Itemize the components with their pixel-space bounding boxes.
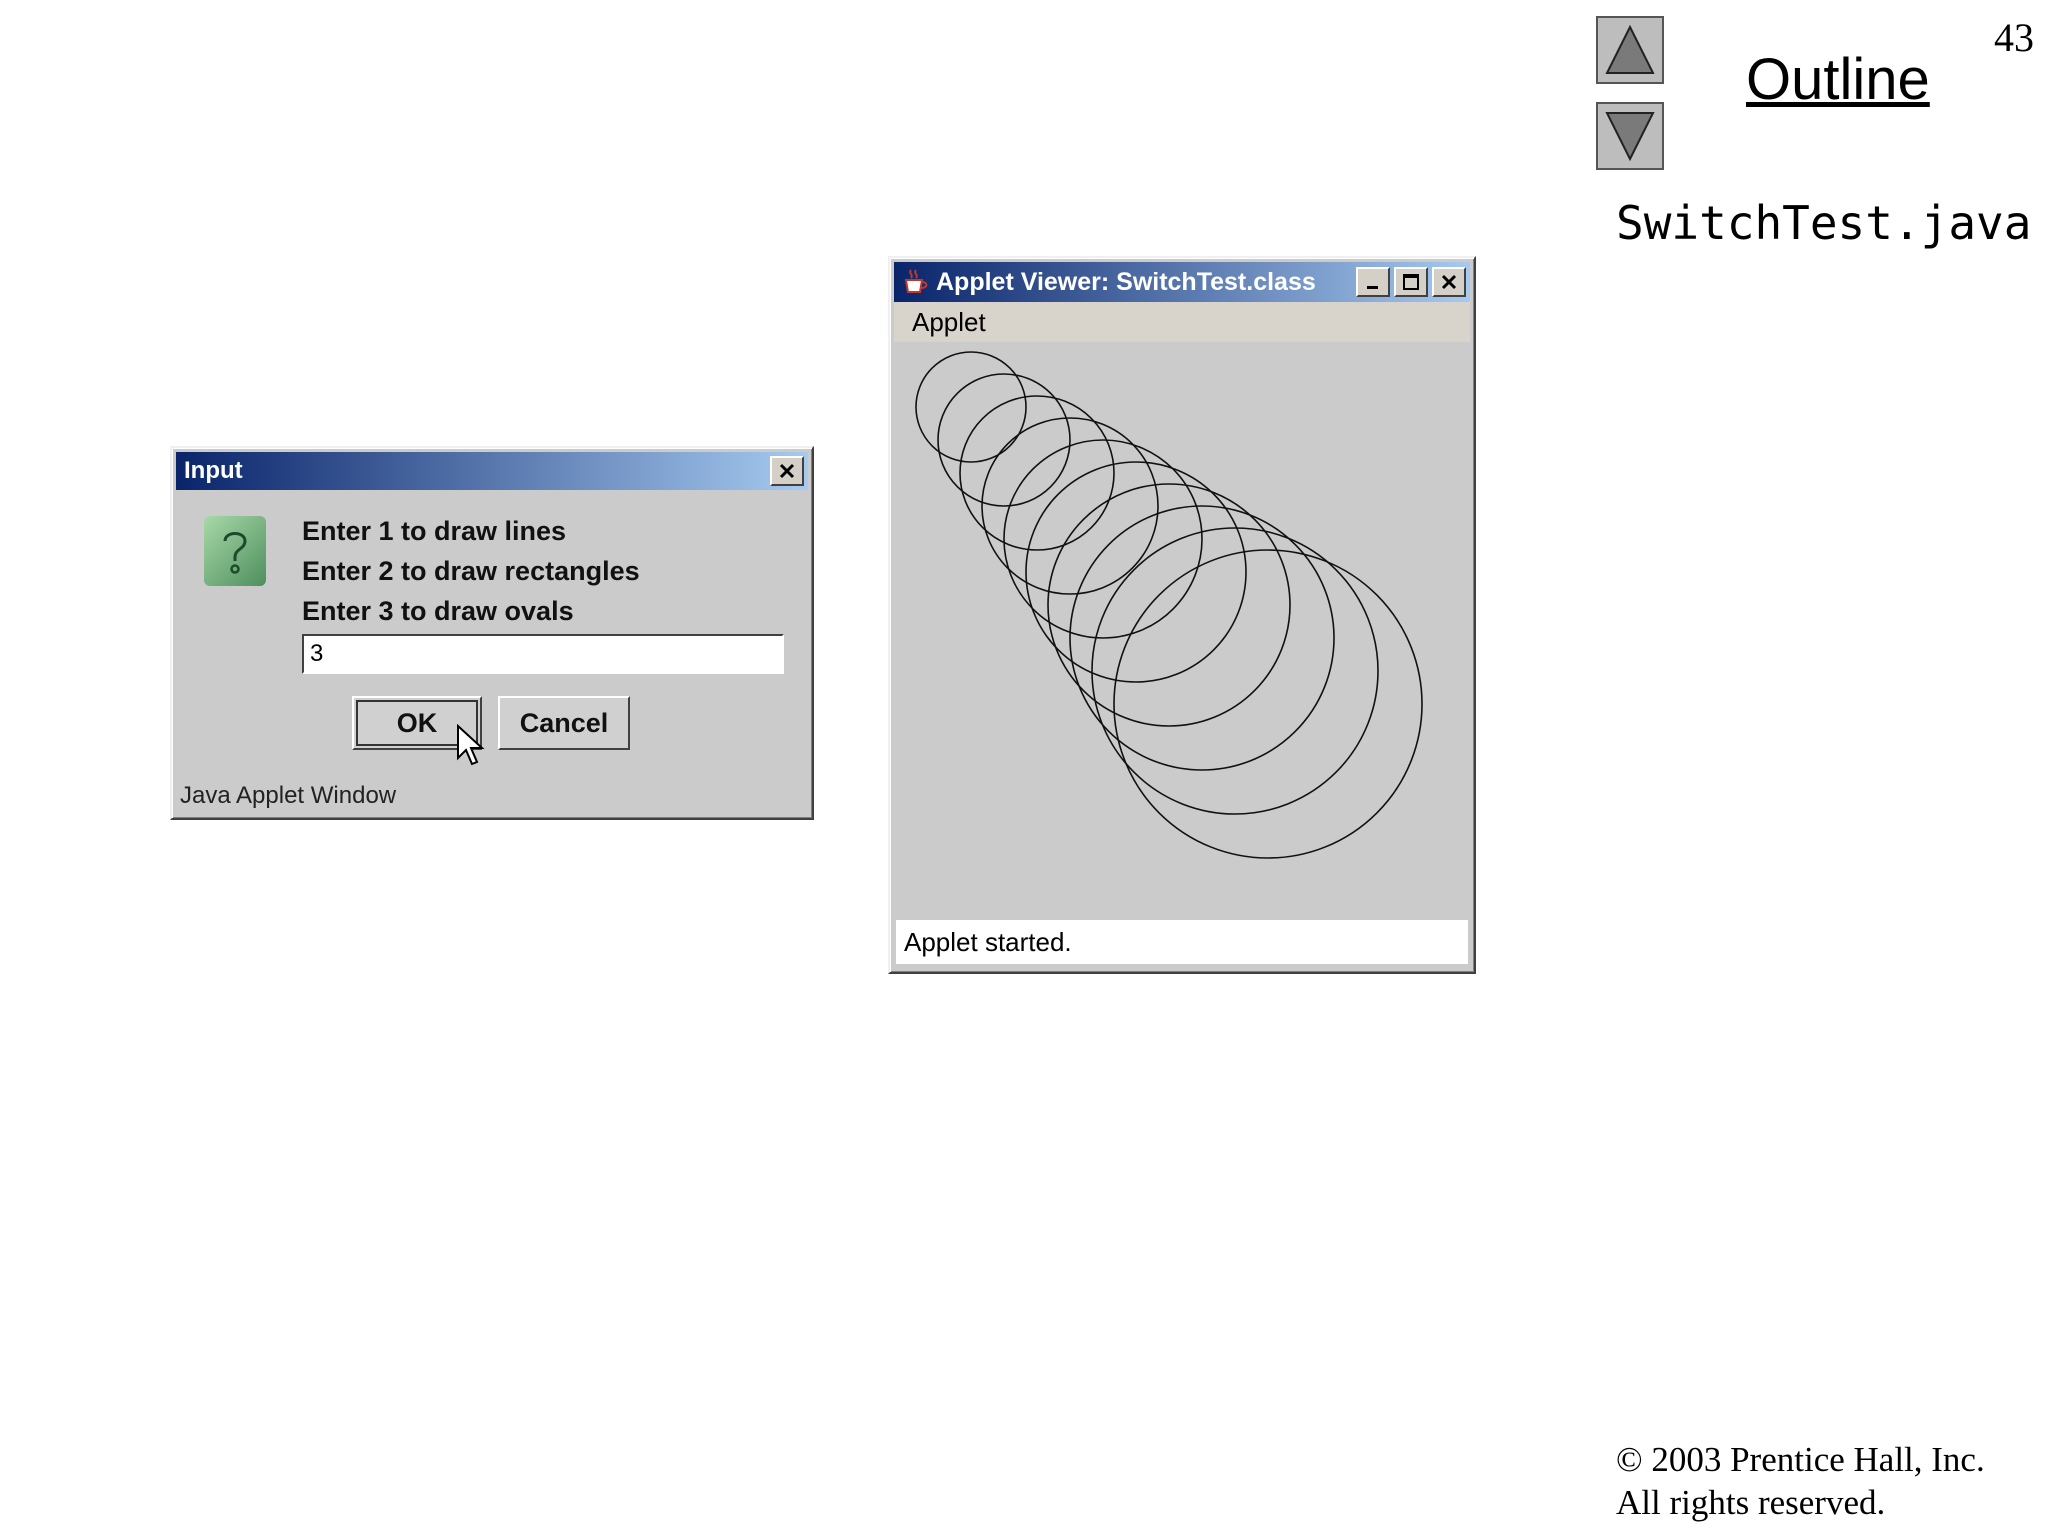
drawn-oval	[1047, 483, 1291, 727]
drawn-oval	[1113, 549, 1423, 859]
minimize-button[interactable]	[1356, 267, 1390, 297]
input-dialog: Input Enter 1 to draw lines Enter 2 to d…	[170, 446, 814, 820]
close-button[interactable]	[1432, 267, 1466, 297]
choice-input[interactable]	[302, 634, 784, 674]
drawn-oval	[1003, 439, 1203, 639]
java-cup-icon	[904, 269, 928, 293]
mouse-pointer-icon	[457, 724, 485, 766]
file-name-label: SwitchTest.java	[1616, 196, 2032, 250]
outline-link[interactable]: Outline	[1746, 46, 1930, 113]
applet-status-bar: Applet started.	[896, 920, 1468, 964]
applet-viewer-title: Applet Viewer: SwitchTest.class	[936, 267, 1316, 296]
input-dialog-title: Input	[184, 457, 243, 484]
minimize-icon	[1367, 286, 1378, 289]
close-button[interactable]	[770, 456, 804, 486]
close-icon	[779, 463, 795, 479]
prompt-line: Enter 2 to draw rectangles	[302, 556, 640, 586]
applet-window-footer: Java Applet Window	[180, 782, 397, 809]
drawn-oval	[937, 373, 1071, 507]
copyright-notice: © 2003 Prentice Hall, Inc. All rights re…	[1616, 1438, 1985, 1524]
close-icon	[1441, 274, 1457, 290]
input-dialog-titlebar[interactable]: Input	[176, 452, 808, 490]
prompt-line: Enter 3 to draw ovals	[302, 596, 574, 626]
maximize-button[interactable]	[1394, 267, 1428, 297]
next-slide-button[interactable]	[1596, 102, 1664, 170]
drawn-oval	[959, 395, 1115, 551]
drawn-oval	[1091, 527, 1379, 815]
previous-slide-button[interactable]	[1596, 16, 1664, 84]
applet-viewer-titlebar[interactable]: Applet Viewer: SwitchTest.class	[894, 262, 1470, 302]
prompt-line: Enter 1 to draw lines	[302, 516, 567, 546]
copyright-line: © 2003 Prentice Hall, Inc.	[1616, 1440, 1985, 1479]
question-icon	[204, 516, 266, 586]
triangle-up-icon	[1605, 24, 1655, 74]
triangle-down-icon	[1605, 112, 1655, 162]
applet-viewer-window: Applet Viewer: SwitchTest.class Applet A…	[888, 256, 1476, 974]
drawn-oval	[915, 351, 1027, 463]
menu-applet[interactable]: Applet	[912, 307, 986, 337]
rights-line: All rights reserved.	[1616, 1483, 1886, 1522]
cancel-button[interactable]: Cancel	[498, 696, 630, 750]
maximize-icon	[1403, 274, 1419, 290]
page-number: 43	[1994, 15, 2034, 60]
applet-menubar: Applet	[894, 302, 1470, 342]
applet-drawing-canvas	[896, 346, 1468, 912]
drawn-oval	[1025, 461, 1247, 683]
caption-buttons	[1356, 267, 1466, 297]
